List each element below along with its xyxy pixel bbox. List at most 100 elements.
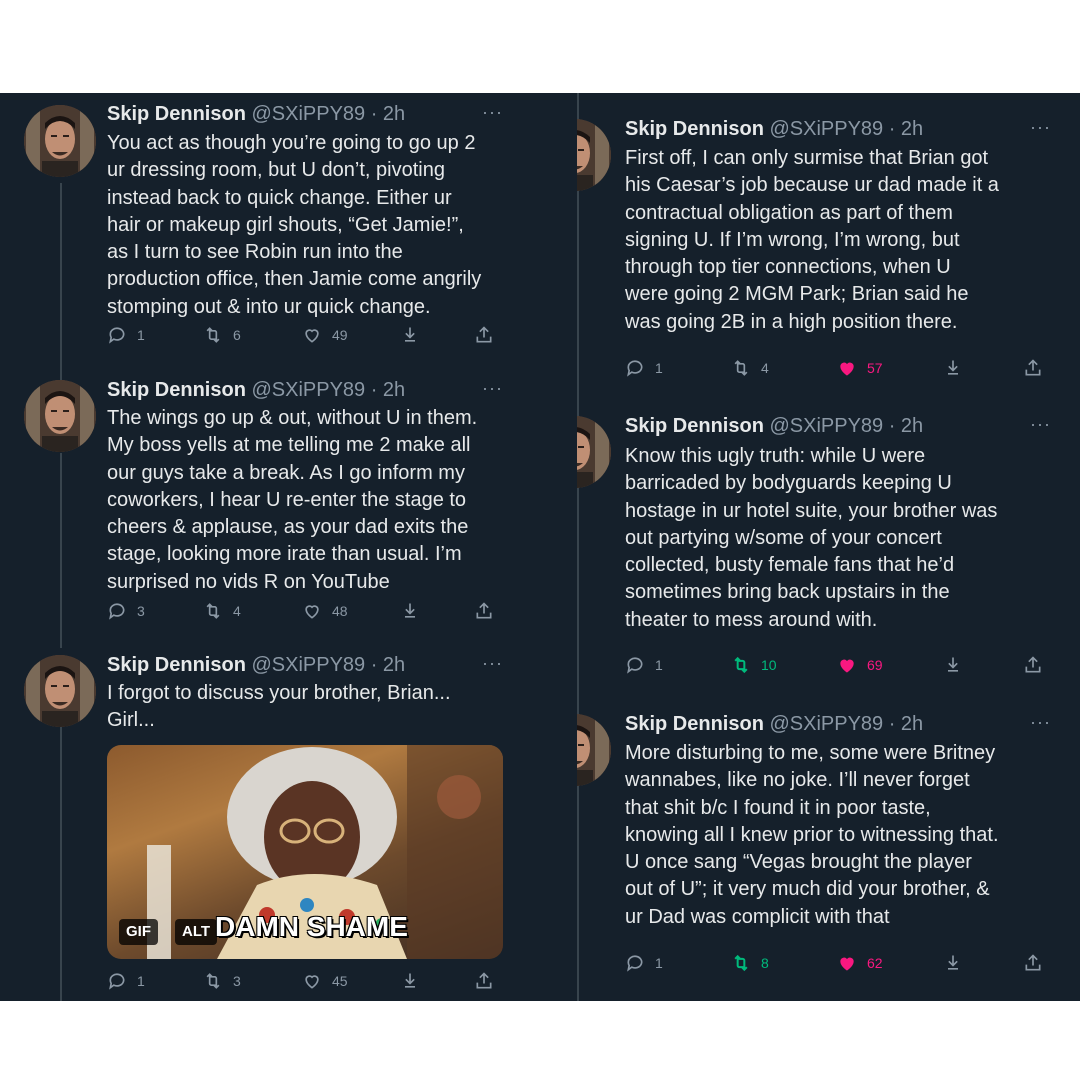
avatar[interactable]: [24, 655, 96, 727]
avatar[interactable]: [24, 105, 96, 177]
avatar[interactable]: [577, 119, 611, 191]
reply-icon: [627, 955, 643, 972]
reply-count: 1: [655, 657, 663, 673]
like-icon: [305, 975, 319, 989]
tweet-text: You act as though you’re going to go up …: [107, 132, 482, 318]
download-icon: [405, 603, 415, 618]
tweet-text: Know this ugly truth: while U were barri…: [625, 445, 998, 631]
more-icon[interactable]: ···: [1030, 712, 1051, 733]
download-button[interactable]: [943, 953, 963, 973]
download-icon: [948, 657, 958, 672]
like-icon: [305, 605, 319, 619]
download-button[interactable]: [943, 358, 963, 378]
author-name[interactable]: Skip Dennison: [625, 118, 764, 140]
like-button[interactable]: 45: [302, 971, 348, 991]
share-button[interactable]: [474, 325, 494, 345]
share-button[interactable]: [1023, 953, 1043, 973]
more-icon[interactable]: ···: [1030, 414, 1051, 435]
like-icon: [305, 329, 319, 343]
more-icon[interactable]: ···: [482, 653, 503, 674]
like-icon: [840, 659, 854, 673]
avatar[interactable]: [24, 380, 96, 452]
thread-connector: [60, 725, 62, 1001]
share-icon: [476, 972, 492, 989]
author-handle[interactable]: @SXiPPY89 · 2h: [251, 379, 405, 401]
download-button[interactable]: [400, 971, 420, 991]
avatar[interactable]: [577, 714, 611, 786]
tweet-actions: 3 4 48: [107, 601, 502, 625]
author-name[interactable]: Skip Dennison: [107, 654, 246, 676]
author-handle[interactable]: @SXiPPY89 · 2h: [251, 654, 405, 676]
retweet-icon: [206, 603, 220, 619]
reply-icon: [627, 657, 643, 674]
tweet-header: Skip Dennison @SXiPPY89 · 2h: [107, 378, 405, 402]
share-button[interactable]: [474, 971, 494, 991]
thread-connector: [60, 183, 62, 383]
author-handle[interactable]: @SXiPPY89 · 2h: [769, 118, 923, 140]
retweet-count: 3: [233, 973, 241, 989]
retweet-button[interactable]: 4: [203, 601, 241, 621]
retweet-icon: [734, 360, 748, 376]
retweet-icon: [734, 954, 748, 972]
right-thread-panel: Skip Dennison @SXiPPY89 · 2h ··· First o…: [577, 93, 1080, 1001]
author-name[interactable]: Skip Dennison: [625, 415, 764, 437]
gif-caption: DAMN SHAME: [215, 911, 408, 942]
alt-badge[interactable]: ALT: [175, 919, 218, 945]
retweet-button[interactable]: 10: [731, 655, 777, 675]
reply-count: 1: [655, 955, 663, 971]
gif-badge[interactable]: GIF: [119, 919, 158, 945]
retweet-icon: [734, 656, 748, 674]
reply-button[interactable]: 1: [107, 325, 145, 345]
like-count: 57: [867, 360, 883, 376]
reply-button[interactable]: 1: [625, 655, 663, 675]
author-handle[interactable]: @SXiPPY89 · 2h: [769, 415, 923, 437]
download-button[interactable]: [400, 601, 420, 621]
like-button[interactable]: 48: [302, 601, 348, 621]
tweet-header: Skip Dennison @SXiPPY89 · 2h: [625, 117, 923, 141]
tweet-text: More disturbing to me, some were Britney…: [625, 742, 999, 928]
gif-media[interactable]: GIF ALT DAMN SHAME: [107, 745, 503, 959]
like-button[interactable]: 57: [837, 358, 883, 378]
share-button[interactable]: [1023, 358, 1043, 378]
tweet-actions: 1 10 69: [625, 655, 1045, 679]
retweet-button[interactable]: 8: [731, 953, 769, 973]
tweet-actions: 1 4 57: [625, 358, 1045, 382]
avatar[interactable]: [577, 416, 611, 488]
more-icon[interactable]: ···: [1030, 117, 1051, 138]
like-button[interactable]: 62: [837, 953, 883, 973]
download-icon: [405, 327, 415, 342]
share-icon: [1025, 656, 1041, 673]
author-name[interactable]: Skip Dennison: [107, 103, 246, 125]
share-icon: [1025, 359, 1041, 376]
retweet-button[interactable]: 3: [203, 971, 241, 991]
retweet-count: 10: [761, 657, 777, 673]
author-name[interactable]: Skip Dennison: [625, 713, 764, 735]
tweet-actions: 1 6 49: [107, 325, 502, 349]
download-button[interactable]: [943, 655, 963, 675]
like-icon: [840, 957, 854, 971]
download-button[interactable]: [400, 325, 420, 345]
tweet-header: Skip Dennison @SXiPPY89 · 2h: [107, 102, 405, 126]
like-button[interactable]: 49: [302, 325, 348, 345]
reply-button[interactable]: 3: [107, 601, 145, 621]
reply-icon: [109, 327, 125, 344]
retweet-button[interactable]: 6: [203, 325, 241, 345]
author-handle[interactable]: @SXiPPY89 · 2h: [769, 713, 923, 735]
like-button[interactable]: 69: [837, 655, 883, 675]
like-icon: [840, 362, 854, 376]
share-button[interactable]: [474, 601, 494, 621]
retweet-button[interactable]: 4: [731, 358, 769, 378]
download-icon: [405, 973, 415, 988]
reply-button[interactable]: 1: [625, 358, 663, 378]
retweet-icon: [206, 327, 220, 343]
share-button[interactable]: [1023, 655, 1043, 675]
author-name[interactable]: Skip Dennison: [107, 379, 246, 401]
author-handle[interactable]: @SXiPPY89 · 2h: [251, 103, 405, 125]
more-icon[interactable]: ···: [482, 378, 503, 399]
reply-icon: [109, 603, 125, 620]
thread-connector: [577, 93, 579, 1001]
reply-button[interactable]: 1: [625, 953, 663, 973]
reply-button[interactable]: 1: [107, 971, 145, 991]
more-icon[interactable]: ···: [482, 102, 503, 123]
retweet-count: 8: [761, 955, 769, 971]
